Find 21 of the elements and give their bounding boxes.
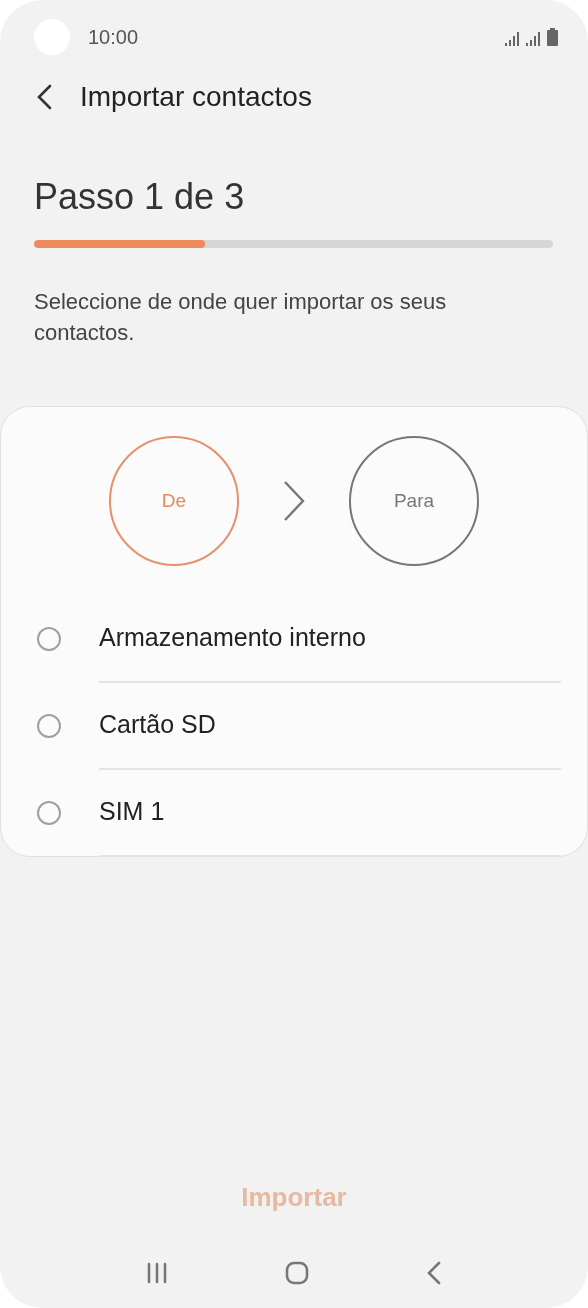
page-title: Importar contactos <box>80 81 312 113</box>
radio-button[interactable] <box>37 713 61 738</box>
battery-icon <box>547 28 558 46</box>
step-circle: Para <box>349 436 479 566</box>
step-title: Passo 1 de 3 <box>34 176 246 218</box>
chevron-icon <box>281 479 307 523</box>
home-icon[interactable] <box>285 1261 309 1285</box>
clock: 10:00 <box>88 25 140 49</box>
signal-icon <box>526 30 542 46</box>
option-item[interactable]: Armazenamento interno <box>1 595 587 682</box>
recent-apps-icon[interactable] <box>146 1262 169 1284</box>
radio-button[interactable] <box>37 800 61 825</box>
radio-button[interactable] <box>37 626 61 651</box>
option-label: SIM 1 <box>99 797 165 826</box>
signal-icon <box>505 30 521 46</box>
instruction-text: Seleccione de onde quer importar os seus contactos. <box>34 288 448 347</box>
option-label: Armazenamento interno <box>99 623 366 652</box>
step-circle: De <box>109 436 239 566</box>
option-label: Cartão SD <box>99 710 216 739</box>
option-item[interactable]: SIM 1 <box>1 769 587 856</box>
option-item[interactable]: Cartão SD <box>1 682 587 769</box>
